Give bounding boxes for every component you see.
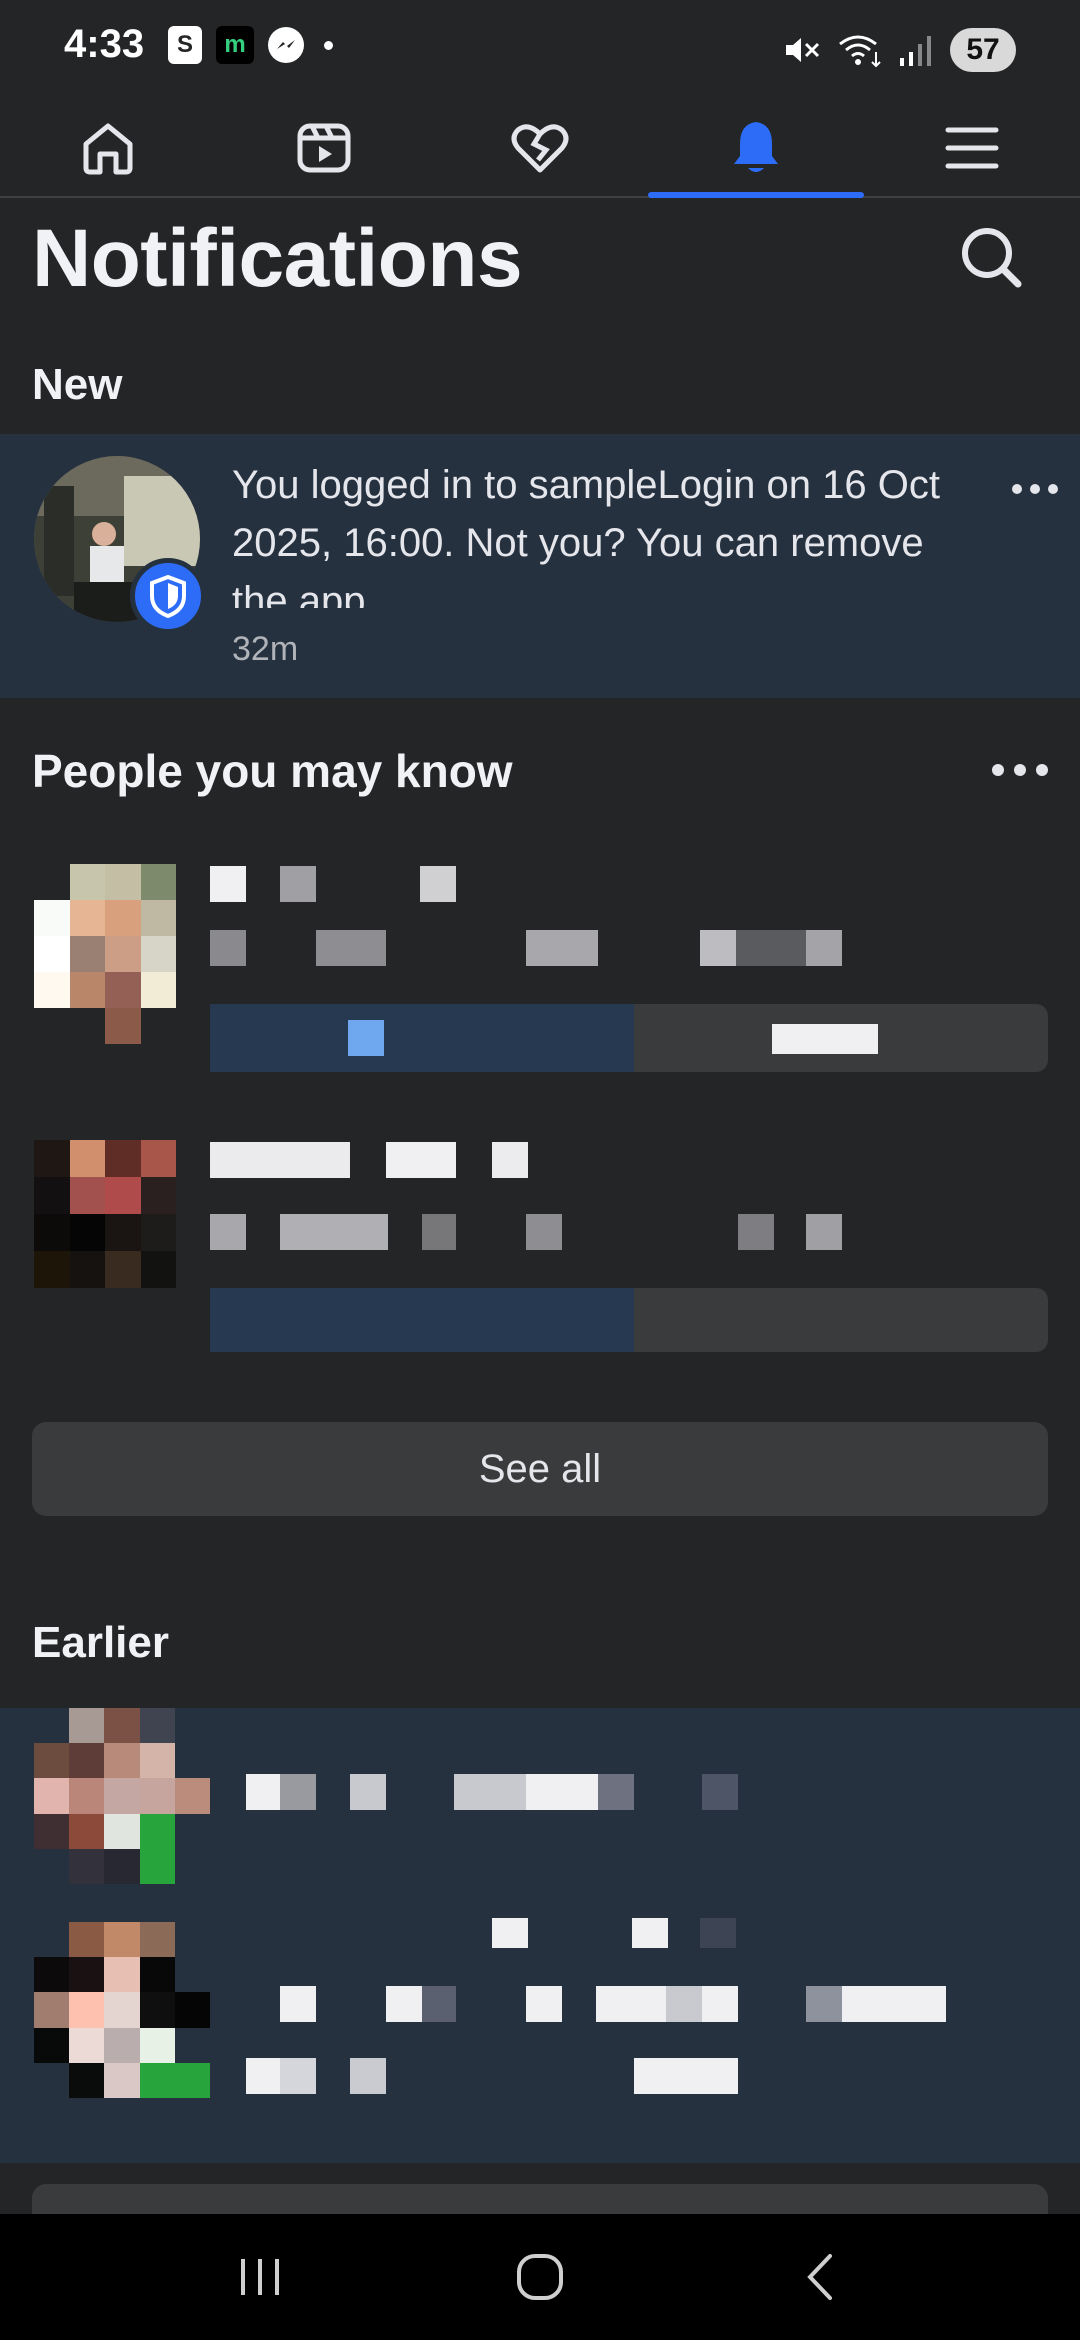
mute-icon [786, 38, 820, 62]
tab-home[interactable] [0, 100, 216, 196]
home-icon [83, 123, 133, 175]
menu-icon [945, 127, 999, 169]
home-button[interactable] [500, 2237, 580, 2317]
status-bar: 4:33 S m 57 [0, 0, 1080, 100]
tab-notifications[interactable] [648, 100, 864, 198]
pymk-section-title: People you may know [32, 745, 513, 797]
notification-text: You logged in to sampleLogin on 16 Oct 2… [232, 463, 940, 608]
notification-timestamp: 32m [232, 630, 299, 668]
add-friend-button[interactable] [210, 1288, 634, 1352]
avatar[interactable] [34, 1140, 176, 1288]
notifications-screen: 4:33 S m 57 Notifications New You logged… [0, 0, 1080, 2340]
tab-dating[interactable] [432, 100, 648, 196]
tab-video[interactable] [216, 100, 432, 196]
messenger-icon [268, 27, 304, 63]
back-button[interactable] [780, 2237, 860, 2317]
video-icon [297, 123, 351, 173]
add-friend-icon [348, 1020, 384, 1056]
avatar [34, 1708, 210, 1884]
system-navigation-bar [0, 2214, 1080, 2340]
section-new-label: New [32, 360, 123, 409]
status-system-icons: 57 [782, 28, 1016, 72]
shield-icon [130, 558, 206, 634]
home-circle-icon [517, 2254, 563, 2300]
recent-apps-icon [241, 2259, 279, 2295]
wifi-icon [839, 35, 881, 68]
battery-indicator: 57 [950, 28, 1016, 72]
tab-menu[interactable] [864, 100, 1080, 196]
shopping-app-icon: S [168, 26, 202, 64]
bell-icon [734, 122, 778, 172]
page-title: Notifications [32, 213, 523, 304]
remove-button[interactable] [634, 1004, 1048, 1072]
see-all-button[interactable]: See all [32, 1422, 1048, 1516]
signal-icon [900, 36, 931, 66]
remove-button-label [772, 1024, 878, 1054]
add-friend-button[interactable] [210, 1004, 634, 1072]
avatar [34, 1922, 210, 2098]
section-earlier-label: Earlier [32, 1618, 169, 1667]
remove-button[interactable] [634, 1288, 1048, 1352]
status-notification-icons: S m [168, 26, 333, 64]
m-app-icon: m [216, 26, 254, 64]
notification-item-login[interactable]: You logged in to sampleLogin on 16 Oct 2… [0, 434, 1080, 698]
heart-icon [511, 124, 569, 173]
recent-apps-button[interactable] [220, 2237, 300, 2317]
search-icon[interactable] [956, 222, 1028, 294]
more-notifications-dot [324, 40, 333, 50]
back-chevron-icon [807, 2254, 832, 2300]
top-nav-bar [0, 100, 1080, 198]
avatar[interactable] [34, 864, 176, 1044]
notification-options-icon[interactable] [1012, 484, 1058, 494]
status-time: 4:33 [64, 22, 145, 66]
pymk-options-icon[interactable] [992, 764, 1048, 776]
